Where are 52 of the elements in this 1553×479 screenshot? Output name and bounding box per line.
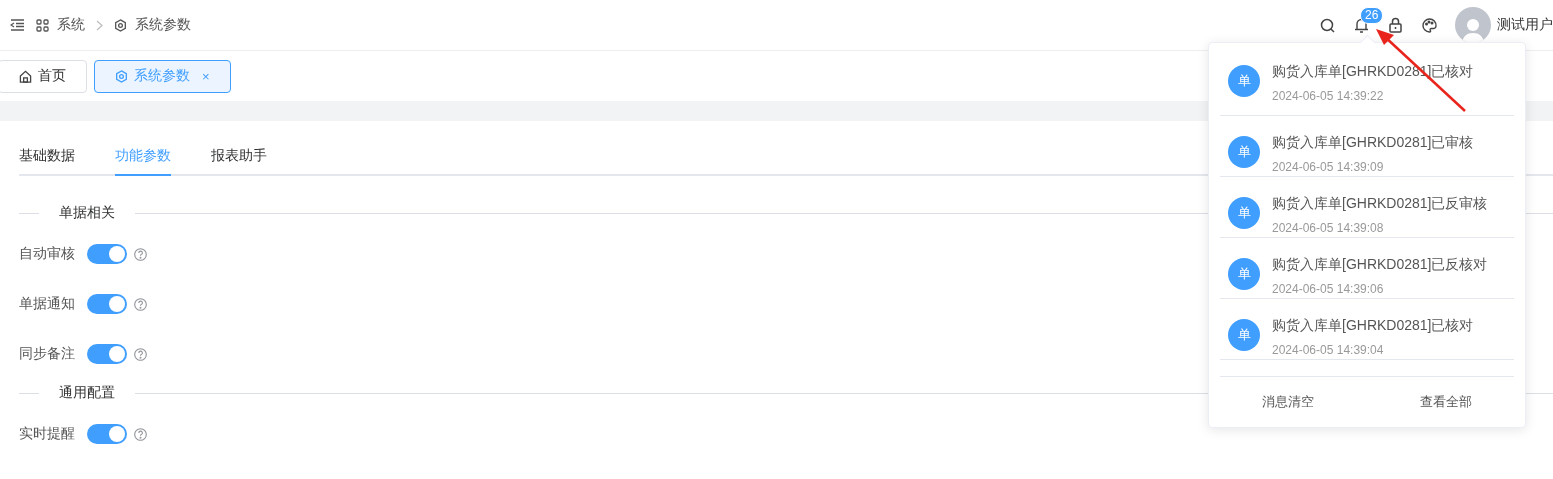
home-icon	[19, 69, 32, 83]
notification-avatar: 单	[1228, 197, 1260, 229]
page-tab[interactable]: 首页	[0, 59, 87, 93]
section-title: 通用配置	[59, 384, 115, 402]
notification-time: 2024-06-05 14:39:22	[1272, 89, 1385, 103]
toggle-switch[interactable]	[87, 244, 127, 264]
popup-action-button[interactable]: 消息清空	[1209, 393, 1367, 411]
notification-avatar: 单	[1228, 319, 1260, 351]
settings-icon	[115, 69, 128, 83]
toggle-switch[interactable]	[87, 344, 127, 364]
notification-avatar: 单	[1228, 65, 1260, 97]
settings-tab[interactable]: 基础数据	[19, 147, 75, 176]
user-name[interactable]: 测试用户	[1497, 16, 1553, 34]
palette-icon[interactable]	[1422, 17, 1437, 33]
user-avatar[interactable]	[1455, 7, 1491, 43]
notification-title: 购货入库单[GHRKD0281]已核对	[1272, 317, 1474, 335]
help-icon[interactable]	[134, 297, 147, 311]
notification-title: 购货入库单[GHRKD0281]已反核对	[1272, 256, 1488, 274]
option-label: 同步备注	[19, 345, 76, 363]
notification-time: 2024-06-05 14:39:04	[1272, 343, 1385, 357]
breadcrumb-link[interactable]: 系统	[57, 16, 85, 34]
settings-icon	[114, 18, 127, 32]
notification-item[interactable]: 单 购货入库单[GHRKD0281]已核对 2024-06-05 14:39:04	[1220, 299, 1514, 360]
help-icon[interactable]	[134, 347, 147, 361]
popup-action-button[interactable]: 查看全部	[1367, 393, 1525, 411]
menu-fold-icon[interactable]	[10, 19, 25, 31]
toggle-switch[interactable]	[87, 294, 127, 314]
section-title: 单据相关	[59, 204, 115, 222]
bell-icon[interactable]	[1354, 17, 1369, 33]
notification-time: 2024-06-05 14:39:09	[1272, 160, 1385, 174]
notification-item[interactable]: 单 购货入库单[GHRKD0281]已反核对 2024-06-05 14:39:06	[1220, 238, 1514, 299]
help-icon[interactable]	[134, 427, 147, 441]
notification-item[interactable]: 单 购货入库单[GHRKD0281]已反审核 2024-06-05 14:39:08	[1220, 177, 1514, 238]
search-icon[interactable]	[1320, 17, 1335, 33]
notification-avatar: 单	[1228, 136, 1260, 168]
help-icon[interactable]	[134, 247, 147, 261]
notification-time: 2024-06-05 14:39:08	[1272, 221, 1385, 235]
toggle-switch[interactable]	[87, 424, 127, 444]
option-label: 单据通知	[19, 295, 76, 313]
notification-item[interactable]: 单 购货入库单[GHRKD0281]已审核 2024-06-05 14:39:09	[1220, 116, 1514, 177]
apps-icon	[36, 18, 49, 32]
lock-icon[interactable]	[1388, 17, 1403, 33]
settings-tab[interactable]: 报表助手	[211, 147, 267, 176]
notification-title: 购货入库单[GHRKD0281]已反审核	[1272, 195, 1488, 213]
chevron-icon	[96, 19, 103, 31]
option-label: 实时提醒	[19, 425, 76, 443]
notification-time: 2024-06-05 14:39:06	[1272, 282, 1385, 296]
notification-badge: 26	[1360, 7, 1384, 24]
option-label: 自动审核	[19, 245, 76, 263]
notification-avatar: 单	[1228, 258, 1260, 290]
breadcrumb-link[interactable]: 系统参数	[135, 16, 191, 34]
notification-title: 购货入库单[GHRKD0281]已审核	[1272, 134, 1474, 152]
